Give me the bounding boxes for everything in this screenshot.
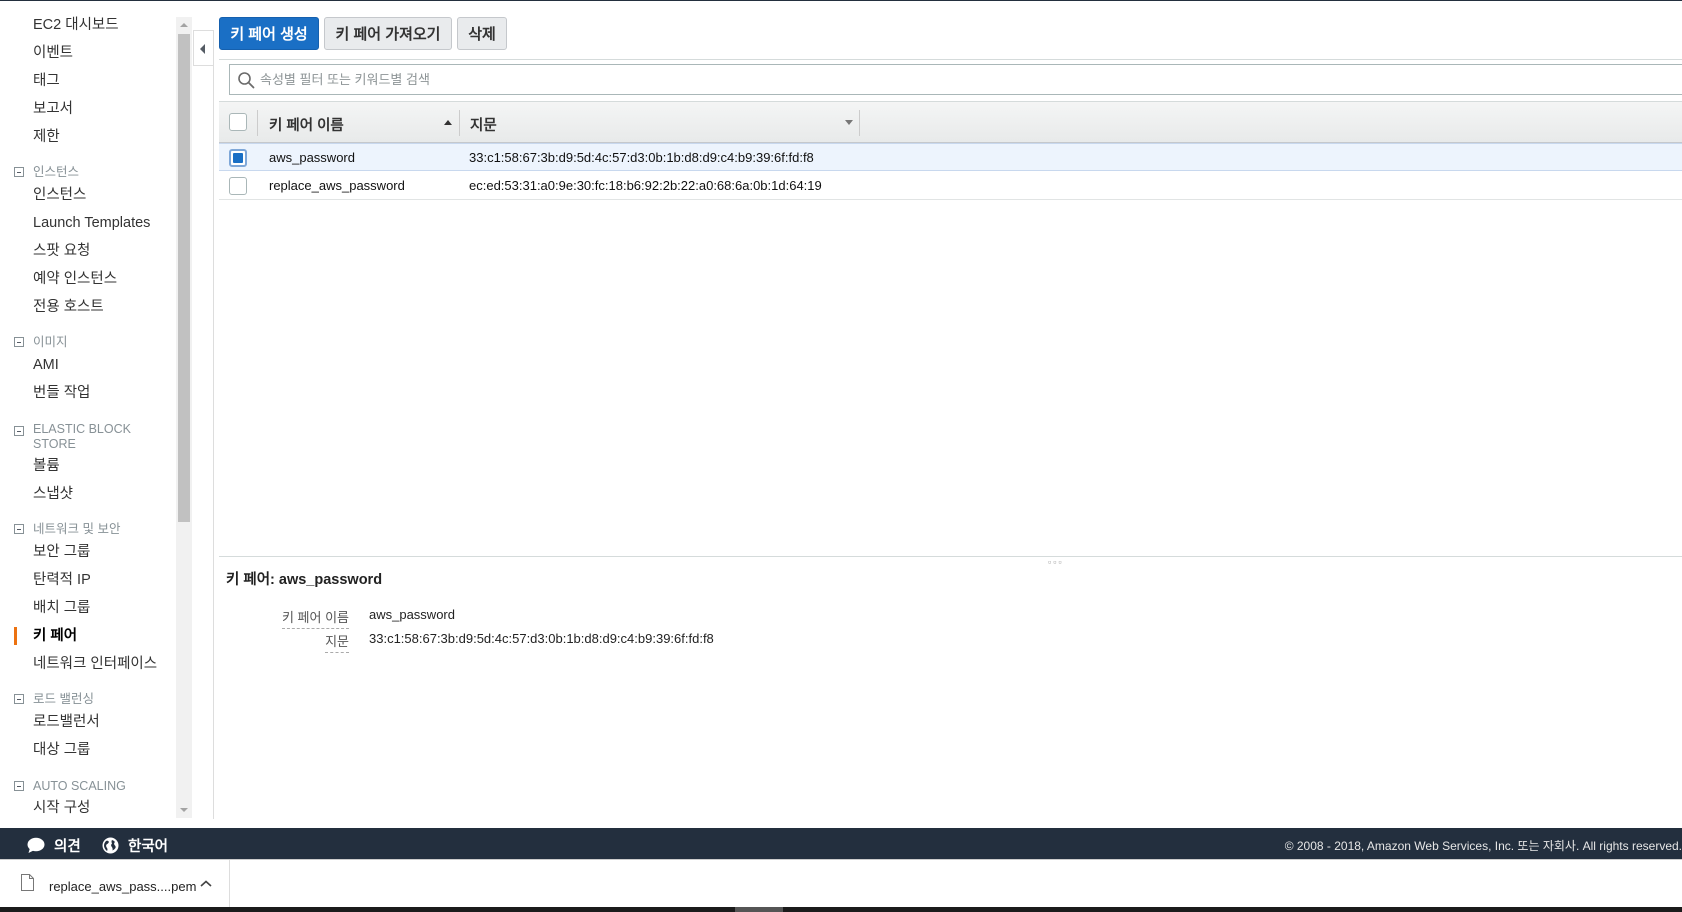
section-label: ELASTIC BLOCK STORE: [33, 422, 131, 451]
sidebar-item-placement-groups[interactable]: 배치 그룹: [33, 599, 90, 617]
detail-label-fingerprint: 지문: [325, 631, 349, 653]
copyright-text: © 2008 - 2018, Amazon Web Services, Inc.…: [1284, 839, 1682, 853]
sidebar-item-events[interactable]: 이벤트: [33, 44, 73, 62]
sidebar-item-ami[interactable]: AMI: [33, 356, 59, 374]
resize-handle-icon[interactable]: ▫▫▫: [1048, 558, 1064, 567]
detail-value-name: aws_password: [369, 607, 455, 622]
sidebar-divider: [213, 30, 214, 819]
collapse-icon: [14, 780, 24, 791]
row-checkbox[interactable]: [229, 177, 247, 195]
sort-icon[interactable]: [845, 120, 853, 125]
section-label: 이미지: [33, 335, 68, 350]
top-border: [0, 0, 1682, 1]
search-icon: [238, 72, 255, 89]
table-header: 키 페어 이름 지문: [219, 101, 1682, 143]
column-header-fingerprint[interactable]: 지문: [470, 114, 497, 135]
console-footer: 의견 한국어 © 2008 - 2018, Amazon Web Service…: [0, 828, 1682, 859]
scroll-up-arrow-icon[interactable]: [176, 17, 192, 33]
fingerprint-cell: 33:c1:58:67:3b:d9:5d:4c:57:d3:0b:1b:d8:d…: [469, 150, 814, 165]
search-input[interactable]: [230, 65, 1682, 94]
section-label: 네트워크 및 보안: [33, 522, 121, 537]
sidebar-section-network-security[interactable]: 네트워크 및 보안: [14, 522, 120, 537]
taskbar-strip: [0, 907, 1682, 912]
sidebar-item-elastic-ips[interactable]: 탄력적 IP: [33, 571, 91, 589]
sidebar-item-load-balancers[interactable]: 로드밸런서: [33, 713, 100, 731]
collapse-icon: [14, 426, 24, 436]
sidebar-item-security-groups[interactable]: 보안 그룹: [33, 543, 90, 561]
sidebar-item-snapshots[interactable]: 스냅샷: [33, 485, 73, 503]
feedback-label: 의견: [54, 839, 81, 855]
search-bar[interactable]: [229, 64, 1682, 95]
details-title: 키 페어: aws_password: [226, 572, 383, 588]
sidebar-item-launch-templates[interactable]: Launch Templates: [33, 214, 150, 232]
sort-ascending-icon[interactable]: [444, 120, 452, 125]
sidebar-nav: EC2 대시보드 이벤트 태그 보고서 제한 인스턴스 인스턴스 Launch …: [0, 1, 176, 819]
sidebar-item-launch-configurations[interactable]: 시작 구성: [33, 799, 90, 817]
taskbar-segment: [735, 907, 783, 912]
key-pair-name-cell: replace_aws_password: [269, 178, 405, 193]
sidebar-item-bundle-tasks[interactable]: 번들 작업: [33, 384, 90, 402]
table-row[interactable]: replace_aws_password ec:ed:53:31:a0:9e:3…: [219, 172, 1682, 200]
sidebar-section-instances[interactable]: 인스턴스: [14, 165, 79, 180]
delete-button[interactable]: 삭제: [457, 17, 507, 50]
sidebar-item-spot-requests[interactable]: 스팟 요청: [33, 242, 90, 260]
detail-value-fingerprint: 33:c1:58:67:3b:d9:5d:4c:57:d3:0b:1b:d8:d…: [369, 631, 714, 646]
downloaded-file-name: replace_aws_pass....pem: [49, 879, 197, 894]
sidebar-item-limits[interactable]: 제한: [33, 128, 60, 146]
download-shelf: replace_aws_pass....pem: [0, 859, 1682, 912]
table-row[interactable]: aws_password 33:c1:58:67:3b:d9:5d:4c:57:…: [219, 143, 1682, 171]
sidebar-item-key-pairs[interactable]: 키 페어: [33, 627, 77, 645]
toolbar-divider: [219, 59, 1682, 60]
select-all-checkbox[interactable]: [229, 113, 247, 131]
sidebar-item-instances[interactable]: 인스턴스: [33, 186, 86, 204]
speech-bubble-icon: [27, 837, 45, 853]
section-label: 인스턴스: [33, 165, 80, 180]
column-separator[interactable]: [859, 110, 860, 136]
language-label: 한국어: [128, 839, 169, 855]
sidebar-scrollbar[interactable]: [176, 17, 192, 818]
sidebar-item-reports[interactable]: 보고서: [33, 100, 73, 118]
create-key-pair-button[interactable]: 키 페어 생성: [219, 17, 319, 50]
chevron-up-icon[interactable]: [199, 879, 213, 889]
scroll-down-arrow-icon[interactable]: [176, 802, 192, 818]
detail-label-name: 키 페어 이름: [281, 607, 349, 629]
downloaded-file-item[interactable]: replace_aws_pass....pem: [0, 860, 230, 908]
collapse-icon: [14, 336, 24, 347]
collapse-icon: [14, 523, 24, 534]
file-icon: [21, 874, 34, 891]
sidebar-item-dashboard[interactable]: EC2 대시보드: [33, 16, 119, 34]
collapse-icon: [14, 166, 24, 177]
globe-icon: [102, 837, 119, 854]
section-label: AUTO SCALING: [33, 779, 126, 794]
feedback-link[interactable]: 의견: [27, 835, 81, 856]
collapse-icon: [14, 693, 24, 704]
sidebar-item-target-groups[interactable]: 대상 그룹: [33, 741, 90, 759]
sidebar-item-dedicated-hosts[interactable]: 전용 호스트: [33, 298, 104, 316]
column-separator[interactable]: [459, 110, 460, 136]
column-separator: [257, 110, 258, 136]
sidebar-section-auto-scaling[interactable]: AUTO SCALING: [14, 779, 126, 794]
row-checkbox[interactable]: [229, 149, 247, 167]
fingerprint-cell: ec:ed:53:31:a0:9e:30:fc:18:b6:92:2b:22:a…: [469, 178, 822, 193]
scrollbar-thumb[interactable]: [178, 34, 190, 522]
collapse-sidebar-button[interactable]: [193, 30, 213, 66]
key-pair-name-cell: aws_password: [269, 150, 355, 165]
column-header-name[interactable]: 키 페어 이름: [269, 114, 344, 135]
sidebar-section-ebs[interactable]: ELASTIC BLOCK STORE: [14, 422, 139, 452]
sidebar-section-load-balancing[interactable]: 로드 밸런싱: [14, 692, 94, 707]
section-label: 로드 밸런싱: [33, 692, 94, 707]
sidebar-item-tags[interactable]: 태그: [33, 72, 60, 90]
sidebar-item-volumes[interactable]: 볼륨: [33, 457, 60, 475]
sidebar-item-reserved-instances[interactable]: 예약 인스턴스: [33, 270, 117, 288]
sidebar-section-images[interactable]: 이미지: [14, 335, 68, 350]
import-key-pair-button[interactable]: 키 페어 가져오기: [324, 17, 452, 50]
pane-splitter[interactable]: [219, 556, 1682, 557]
language-selector[interactable]: 한국어: [102, 835, 168, 856]
active-indicator: [14, 627, 17, 645]
sidebar-item-network-interfaces[interactable]: 네트워크 인터페이스: [33, 655, 157, 673]
